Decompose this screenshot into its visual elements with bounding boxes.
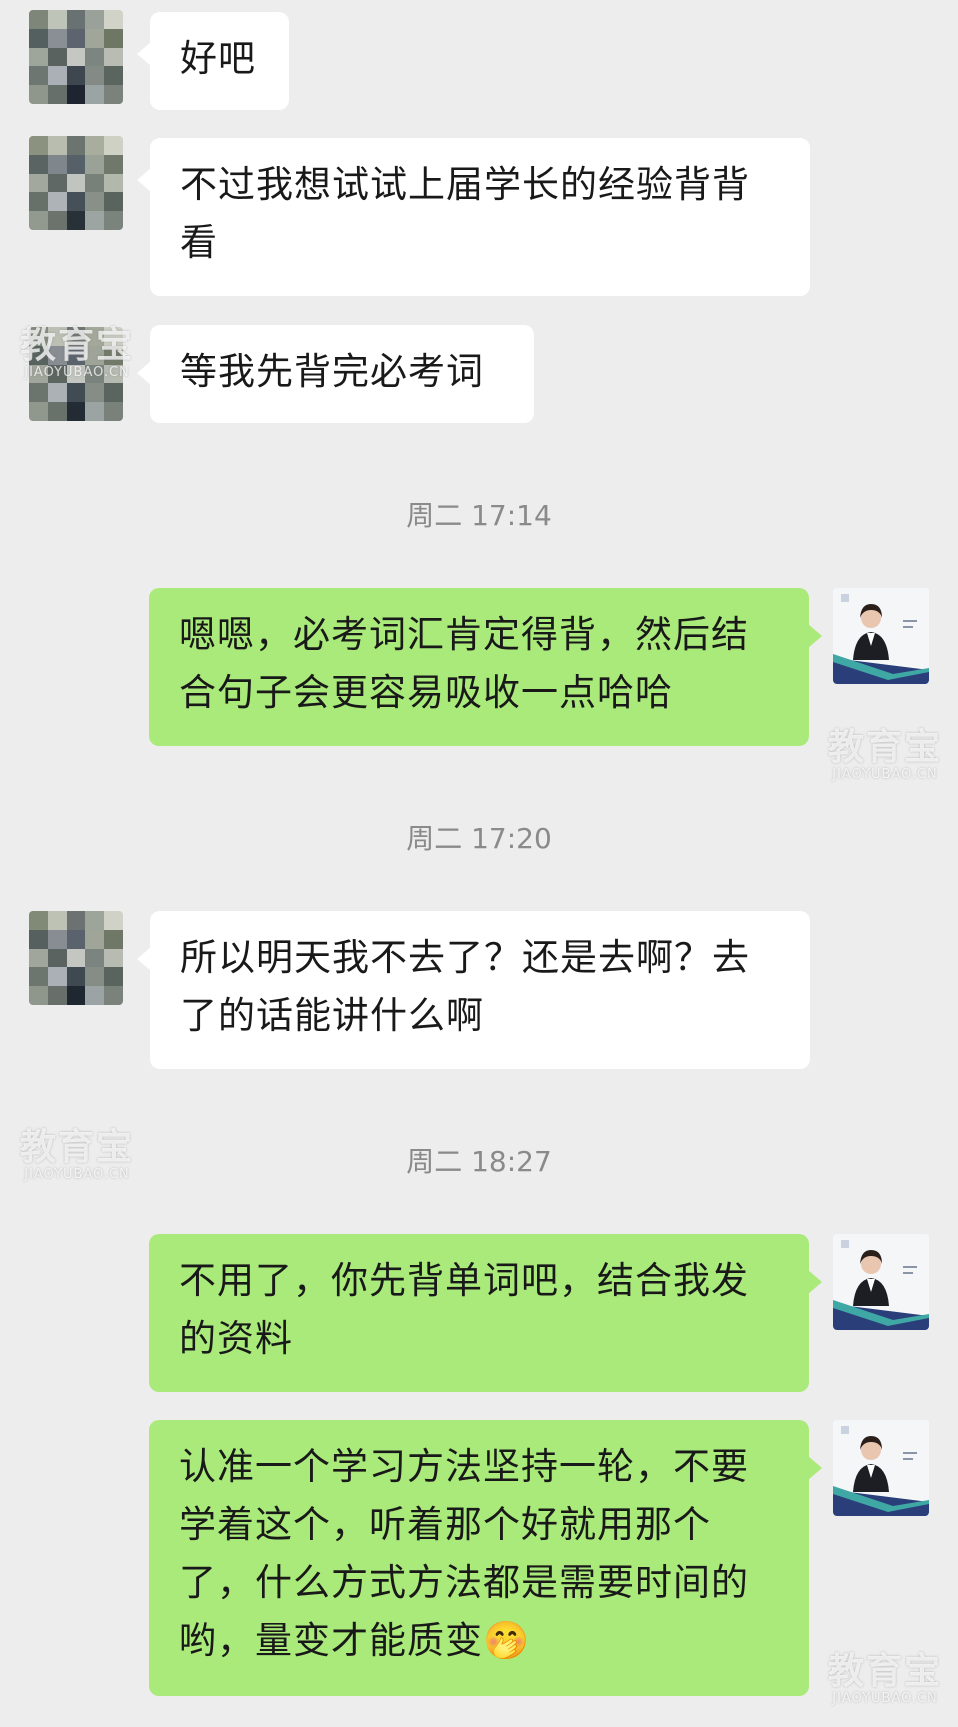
teacher-profile-avatar-icon — [833, 588, 929, 684]
bubble-tail — [808, 1270, 822, 1294]
message-text: 不用了，你先背单词吧，结合我发的资料 — [179, 1259, 749, 1360]
teacher-profile-avatar-icon — [833, 1234, 929, 1330]
message-text: 认准一个学习方法坚持一轮，不要学着这个，听着那个好就用那个了，什么方式方法都是需… — [179, 1445, 749, 1662]
timestamp: 周二 17:20 — [406, 822, 552, 855]
pixelated-avatar-icon — [29, 10, 123, 104]
pixelated-avatar-icon — [29, 136, 123, 230]
contact-avatar[interactable] — [29, 911, 123, 1005]
message-text: 不过我想试试上届学长的经验背背看 — [180, 163, 750, 264]
bubble-tail — [137, 42, 151, 66]
message-bubble[interactable]: 不过我想试试上届学长的经验背背看 — [150, 138, 810, 296]
bubble-tail — [137, 947, 151, 971]
message-bubble[interactable]: 所以明天我不去了？还是去啊？去了的话能讲什么啊 — [150, 911, 810, 1069]
timestamp: 周二 18:27 — [406, 1145, 552, 1178]
facepalm-grin-emoji-icon: 🤭 — [483, 1619, 531, 1662]
contact-avatar[interactable] — [29, 10, 123, 104]
message-text: 等我先背完必考词 — [180, 350, 484, 393]
contact-avatar[interactable] — [29, 136, 123, 230]
message-bubble[interactable]: 认准一个学习方法坚持一轮，不要学着这个，听着那个好就用那个了，什么方式方法都是需… — [149, 1420, 809, 1696]
bubble-tail — [137, 168, 151, 192]
self-avatar[interactable] — [833, 588, 929, 684]
bubble-tail — [137, 361, 151, 385]
message-bubble[interactable]: 等我先背完必考词 — [150, 325, 534, 423]
watermark: 教育宝 JIAOYUBAO.CN — [20, 325, 135, 380]
teacher-profile-avatar-icon — [833, 1420, 929, 1516]
self-avatar[interactable] — [833, 1234, 929, 1330]
timestamp: 周二 17:14 — [406, 499, 552, 532]
self-avatar[interactable] — [833, 1420, 929, 1516]
pixelated-avatar-icon — [29, 911, 123, 1005]
watermark: 教育宝 JIAOYUBAO.CN — [828, 727, 943, 782]
watermark: 教育宝 JIAOYUBAO.CN — [828, 1651, 943, 1706]
message-text: 所以明天我不去了？还是去啊？去了的话能讲什么啊 — [180, 936, 750, 1037]
message-text: 好吧 — [180, 37, 256, 80]
bubble-tail — [808, 1456, 822, 1480]
message-bubble[interactable]: 嗯嗯，必考词汇肯定得背，然后结合句子会更容易吸收一点哈哈 — [149, 588, 809, 746]
message-bubble[interactable]: 好吧 — [150, 12, 289, 110]
message-text: 嗯嗯，必考词汇肯定得背，然后结合句子会更容易吸收一点哈哈 — [179, 613, 749, 714]
message-bubble[interactable]: 不用了，你先背单词吧，结合我发的资料 — [149, 1234, 809, 1392]
bubble-tail — [808, 624, 822, 648]
